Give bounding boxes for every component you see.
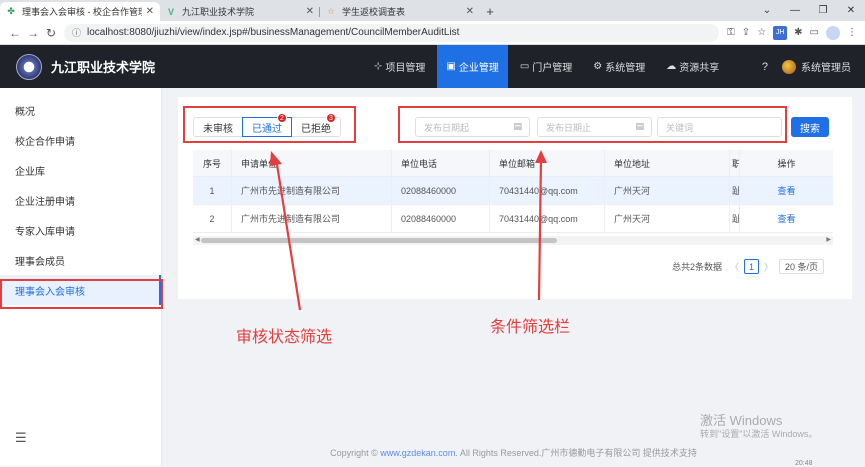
arrowhead-status xyxy=(270,151,282,166)
status-approved-button[interactable]: 已通过 2 xyxy=(242,113,292,137)
annotation-arrows xyxy=(270,150,547,311)
copyright-footer: Copyright © www.gzdekan.com. All Rights … xyxy=(330,448,697,458)
annotation-status-label: 审核状态筛选 xyxy=(236,327,333,346)
arrowhead-conditions xyxy=(535,150,547,163)
arrow-conditions xyxy=(537,157,543,301)
annotation-badge-2: 2 xyxy=(277,113,287,123)
company-link[interactable]: www.gzdekan.com xyxy=(380,448,455,458)
arrow-status xyxy=(274,157,302,311)
annotation-condition-label: 条件筛选栏 xyxy=(490,317,571,336)
windows-watermark-subtitle: 转到"设置"以激活 Windows。 xyxy=(700,429,818,439)
